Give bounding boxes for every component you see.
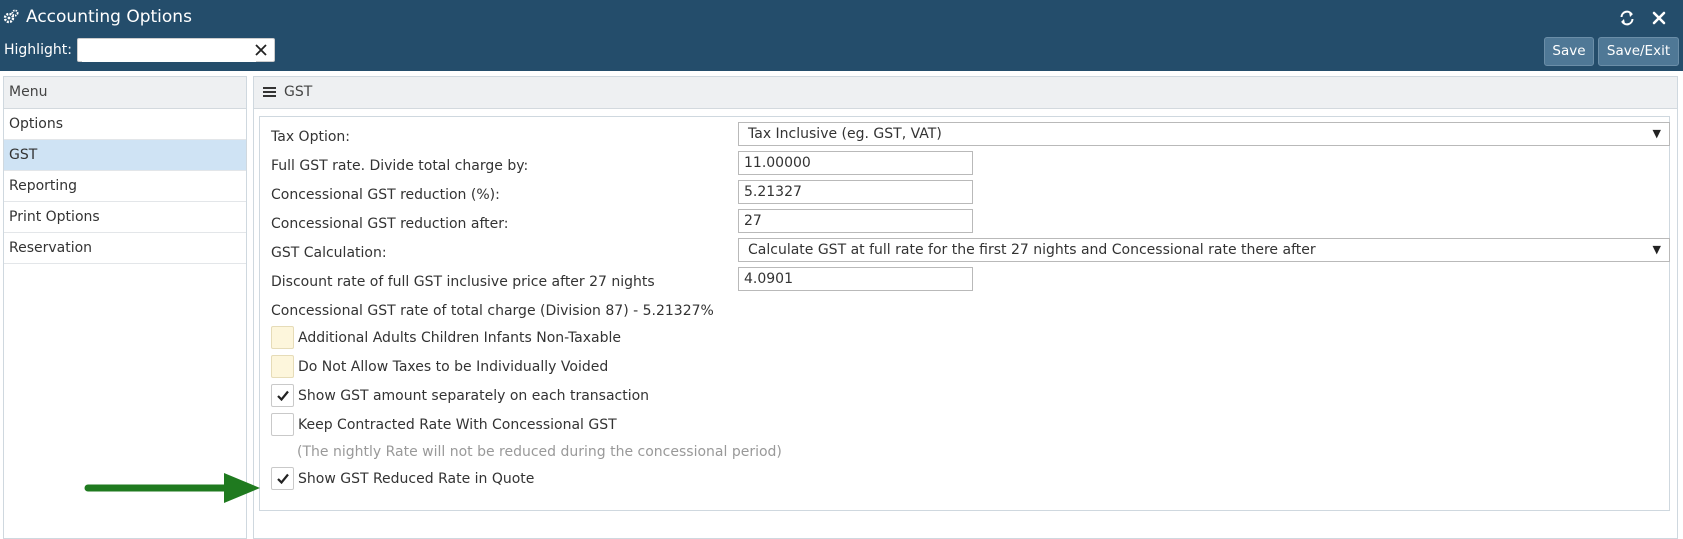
highlight-field[interactable] [77, 38, 275, 62]
concessional-after-label: Concessional GST reduction after: [271, 216, 509, 232]
annotation-arrow-icon [84, 473, 260, 503]
full-gst-rate-label: Full GST rate. Divide total charge by: [271, 158, 529, 174]
no-void-taxes-checkbox[interactable] [271, 355, 294, 378]
highlight-label: Highlight: [4, 42, 72, 58]
gst-calculation-value: Calculate GST at full rate for the first… [748, 242, 1316, 258]
highlight-input[interactable] [82, 40, 256, 62]
show-gst-separately-label: Show GST amount separately on each trans… [298, 388, 650, 404]
checkmark-icon [277, 473, 289, 484]
discount-rate-label: Discount rate of full GST inclusive pric… [271, 274, 655, 290]
concessional-after-input[interactable]: 27 [738, 209, 973, 233]
sidebar-item-gst[interactable]: GST [4, 140, 246, 171]
show-reduced-rate-label: Show GST Reduced Rate in Quote [298, 471, 535, 487]
no-void-taxes-label: Do Not Allow Taxes to be Individually Vo… [298, 359, 609, 375]
tax-option-select[interactable]: Tax Inclusive (eg. GST, VAT) ▼ [738, 122, 1670, 146]
show-reduced-rate-checkbox[interactable] [271, 467, 294, 490]
sidebar-item-options[interactable]: Options [4, 109, 246, 140]
contracted-rate-note: (The nightly Rate will not be reduced du… [297, 444, 782, 460]
non-taxable-checkbox[interactable] [271, 326, 294, 349]
sidebar-item-reporting[interactable]: Reporting [4, 171, 246, 202]
checkmark-icon [277, 390, 289, 401]
concessional-reduction-label: Concessional GST reduction (%): [271, 187, 500, 203]
keep-contracted-rate-checkbox[interactable] [271, 413, 294, 436]
hamburger-icon[interactable] [263, 86, 276, 98]
gst-form: Tax Option: Tax Inclusive (eg. GST, VAT)… [259, 116, 1670, 511]
clear-icon[interactable] [254, 43, 268, 57]
sidebar-item-print-options[interactable]: Print Options [4, 202, 246, 233]
cogs-icon [3, 9, 19, 24]
tax-option-label: Tax Option: [271, 129, 350, 145]
title-bar: Accounting Options Highlight: Save Save/… [0, 0, 1683, 71]
keep-contracted-rate-label: Keep Contracted Rate With Concessional G… [298, 417, 617, 433]
window-title: Accounting Options [26, 7, 192, 27]
discount-rate-input[interactable]: 4.0901 [738, 267, 973, 291]
dropdown-arrow-icon: ▼ [1652, 243, 1661, 256]
gst-panel: GST Tax Option: Tax Inclusive (eg. GST, … [253, 76, 1678, 539]
concessional-reduction-input[interactable]: 5.21327 [738, 180, 973, 204]
gst-calculation-label: GST Calculation: [271, 245, 387, 261]
non-taxable-label: Additional Adults Children Infants Non-T… [298, 330, 622, 346]
sidebar-header: Menu [4, 77, 246, 109]
close-icon[interactable] [1650, 9, 1668, 27]
tax-option-value: Tax Inclusive (eg. GST, VAT) [748, 126, 942, 142]
panel-header: GST [254, 77, 1677, 109]
refresh-icon[interactable] [1618, 9, 1636, 27]
full-gst-rate-input[interactable]: 11.00000 [738, 151, 973, 175]
concessional-info-text: Concessional GST rate of total charge (D… [271, 303, 714, 319]
save-exit-button[interactable]: Save/Exit [1598, 37, 1679, 66]
dropdown-arrow-icon: ▼ [1652, 127, 1661, 140]
panel-title: GST [284, 84, 313, 100]
gst-calculation-select[interactable]: Calculate GST at full rate for the first… [738, 238, 1670, 262]
sidebar-item-reservation[interactable]: Reservation [4, 233, 246, 264]
show-gst-separately-checkbox[interactable] [271, 384, 294, 407]
save-button[interactable]: Save [1544, 37, 1594, 66]
